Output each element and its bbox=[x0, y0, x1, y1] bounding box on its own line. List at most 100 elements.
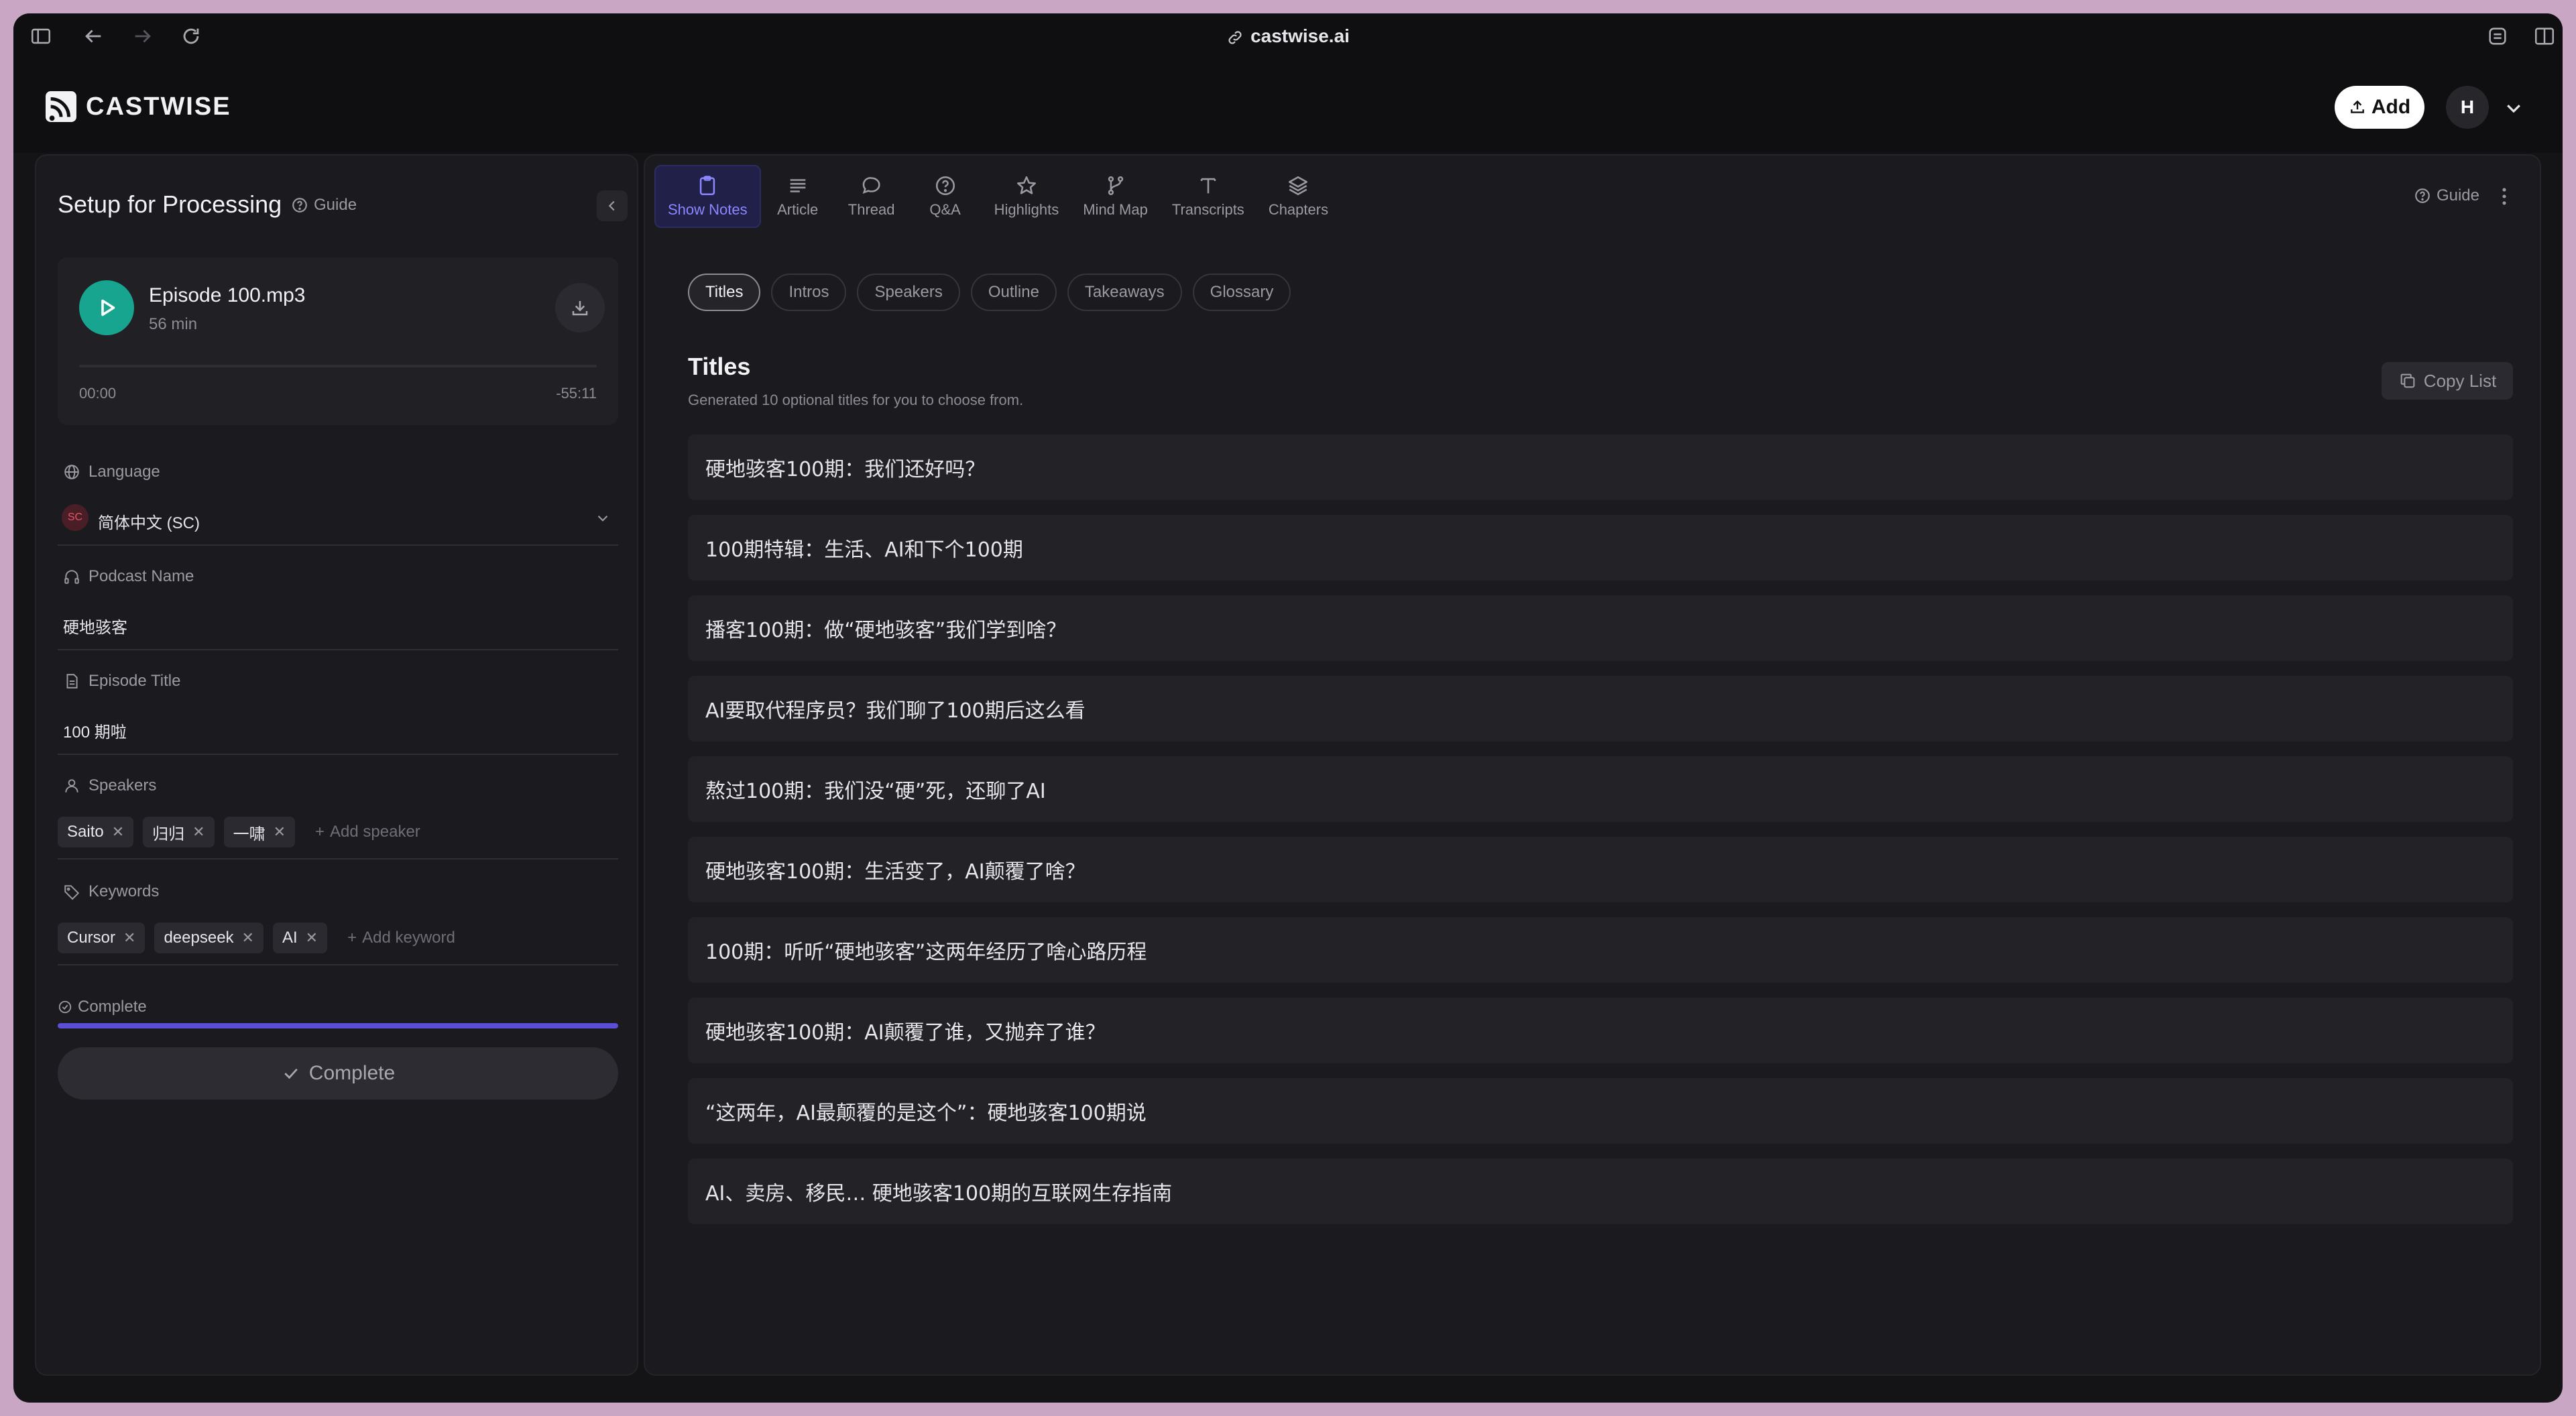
remove-icon[interactable]: ✕ bbox=[112, 823, 124, 841]
play-button[interactable] bbox=[79, 280, 134, 335]
lines-icon bbox=[790, 179, 805, 192]
add-button[interactable]: Add bbox=[2335, 86, 2424, 129]
link-icon bbox=[1228, 31, 1242, 44]
list-item[interactable]: 100期特辑：生活、AI和下个100期 bbox=[688, 515, 2513, 581]
copy-list-label: Copy List bbox=[2423, 370, 2497, 391]
chat-bubble-icon bbox=[862, 177, 880, 194]
url-text: castwise.ai bbox=[1250, 25, 1350, 46]
playback-progress-track[interactable] bbox=[79, 365, 597, 367]
star-icon bbox=[1016, 176, 1036, 194]
subtab-takeaways[interactable]: Takeaways bbox=[1067, 274, 1182, 311]
list-item[interactable]: 播客100期：做“硬地骇客”我们学到啥？ bbox=[688, 595, 2513, 661]
extensions-icon[interactable] bbox=[2486, 25, 2509, 48]
chevron-down-icon[interactable] bbox=[594, 510, 611, 527]
app-header: CASTWISE Add H bbox=[13, 59, 2563, 153]
tab-show-notes[interactable]: Show Notes bbox=[654, 165, 761, 228]
subtab-speakers[interactable]: Speakers bbox=[857, 274, 960, 311]
keywords-label-text: Keywords bbox=[89, 882, 160, 900]
tab-article[interactable]: Article bbox=[761, 165, 835, 228]
language-label-text: Language bbox=[89, 463, 160, 481]
content-guide-link[interactable]: Guide bbox=[2414, 186, 2479, 205]
tab-highlights[interactable]: Highlights bbox=[982, 165, 1071, 228]
complete-button[interactable]: Complete bbox=[58, 1047, 618, 1100]
list-item[interactable]: AI要取代程序员？我们聊了100期后这么看 bbox=[688, 676, 2513, 742]
tab-chapters[interactable]: Chapters bbox=[1256, 165, 1340, 228]
play-icon bbox=[101, 299, 115, 316]
complete-progress-bar bbox=[58, 1023, 618, 1028]
tab-thread[interactable]: Thread bbox=[835, 165, 909, 228]
remove-icon[interactable]: ✕ bbox=[192, 823, 204, 841]
tab-transcripts[interactable]: Transcripts bbox=[1160, 165, 1256, 228]
podcast-name-label: Podcast Name bbox=[63, 567, 194, 586]
plus-icon: + bbox=[315, 823, 325, 841]
current-time: 00:00 bbox=[79, 385, 117, 402]
add-button-label: Add bbox=[2371, 96, 2411, 118]
show-notes-subtabs: Titles Intros Speakers Outline Takeaways… bbox=[688, 274, 1291, 311]
language-select[interactable]: 简体中文 (SC) bbox=[98, 510, 200, 533]
subtab-glossary[interactable]: Glossary bbox=[1192, 274, 1291, 311]
episode-duration: 56 min bbox=[149, 315, 198, 333]
episode-title-input[interactable]: 100 期啦 bbox=[63, 719, 127, 742]
podcast-name-input[interactable]: 硬地骇客 bbox=[63, 614, 127, 638]
logo[interactable]: CASTWISE bbox=[46, 91, 231, 122]
episode-title-label: Episode Title bbox=[63, 672, 180, 691]
content-panel: Show Notes Article Thread Q&A Highlights… bbox=[644, 154, 2541, 1376]
browser-window: castwise.ai CASTWISE Add H Setup for Pro… bbox=[13, 13, 2563, 1403]
tab-label: Chapters bbox=[1268, 201, 1329, 218]
keywords-divider bbox=[58, 964, 618, 965]
copy-list-button[interactable]: Copy List bbox=[2382, 362, 2513, 400]
avatar[interactable]: H bbox=[2446, 86, 2489, 129]
copy-icon bbox=[2400, 373, 2415, 388]
more-vertical-icon[interactable] bbox=[2493, 185, 2516, 208]
subtab-intros[interactable]: Intros bbox=[771, 274, 847, 311]
remove-icon[interactable]: ✕ bbox=[306, 929, 318, 947]
remaining-time: -55:11 bbox=[556, 385, 597, 402]
tag-icon bbox=[64, 885, 80, 900]
speaker-chip: 归归 ✕ bbox=[143, 817, 215, 847]
remove-icon[interactable]: ✕ bbox=[274, 823, 286, 841]
add-speaker-input[interactable]: + Add speaker bbox=[315, 823, 420, 841]
complete-button-label: Complete bbox=[308, 1062, 396, 1084]
keyword-chip-label: deepseek bbox=[164, 929, 234, 947]
globe-icon bbox=[64, 465, 79, 479]
subtab-titles[interactable]: Titles bbox=[688, 274, 761, 311]
collapse-panel-button[interactable] bbox=[597, 190, 628, 221]
list-item[interactable]: “这两年，AI最颠覆的是这个”：硬地骇客100期说 bbox=[688, 1078, 2513, 1144]
list-item[interactable]: 硬地骇客100期：我们还好吗？ bbox=[688, 434, 2513, 500]
episode-title-divider bbox=[58, 754, 618, 755]
plus-icon: + bbox=[347, 929, 357, 947]
keyword-chip: AI ✕ bbox=[272, 923, 328, 953]
list-item[interactable]: 熬过100期：我们没“硬”死，还聊了AI bbox=[688, 756, 2513, 822]
user-icon bbox=[65, 779, 78, 792]
complete-status: Complete bbox=[58, 998, 147, 1016]
tab-mind-map[interactable]: Mind Map bbox=[1071, 165, 1160, 228]
tab-label: Article bbox=[777, 201, 819, 218]
address-bar[interactable]: castwise.ai bbox=[13, 25, 2563, 47]
setup-guide-link[interactable]: Guide bbox=[291, 196, 357, 215]
speaker-chip-label: 归归 bbox=[152, 825, 185, 843]
chevron-down-icon[interactable] bbox=[2504, 98, 2524, 118]
keyword-chip: deepseek ✕ bbox=[154, 923, 264, 953]
tab-qa[interactable]: Q&A bbox=[909, 165, 982, 228]
split-view-icon[interactable] bbox=[2533, 25, 2556, 48]
help-circle-icon bbox=[2415, 188, 2430, 203]
keyword-chip-label: AI bbox=[282, 929, 298, 947]
tab-label: Thread bbox=[847, 201, 895, 218]
list-item[interactable]: 硬地骇客100期：AI颠覆了谁，又抛弃了谁？ bbox=[688, 998, 2513, 1063]
add-keyword-input[interactable]: + Add keyword bbox=[347, 929, 455, 947]
tab-label: Highlights bbox=[994, 201, 1059, 218]
list-item[interactable]: 硬地骇客100期：生活变了，AI颠覆了啥？ bbox=[688, 837, 2513, 902]
speaker-chip: 一啸 ✕ bbox=[223, 817, 296, 847]
remove-icon[interactable]: ✕ bbox=[242, 929, 254, 947]
download-button[interactable] bbox=[555, 283, 605, 333]
list-item[interactable]: AI、卖房、移民… 硬地骇客100期的互联网生存指南 bbox=[688, 1159, 2513, 1224]
remove-icon[interactable]: ✕ bbox=[123, 929, 135, 947]
content-guide-label: Guide bbox=[2436, 186, 2479, 204]
document-icon bbox=[66, 674, 78, 689]
language-label: Language bbox=[63, 463, 160, 481]
subtab-outline[interactable]: Outline bbox=[970, 274, 1057, 311]
language-divider bbox=[58, 544, 618, 546]
question-icon bbox=[935, 176, 955, 196]
list-item[interactable]: 100期：听听“硬地骇客”这两年经历了啥心路历程 bbox=[688, 917, 2513, 983]
download-icon bbox=[572, 301, 588, 316]
